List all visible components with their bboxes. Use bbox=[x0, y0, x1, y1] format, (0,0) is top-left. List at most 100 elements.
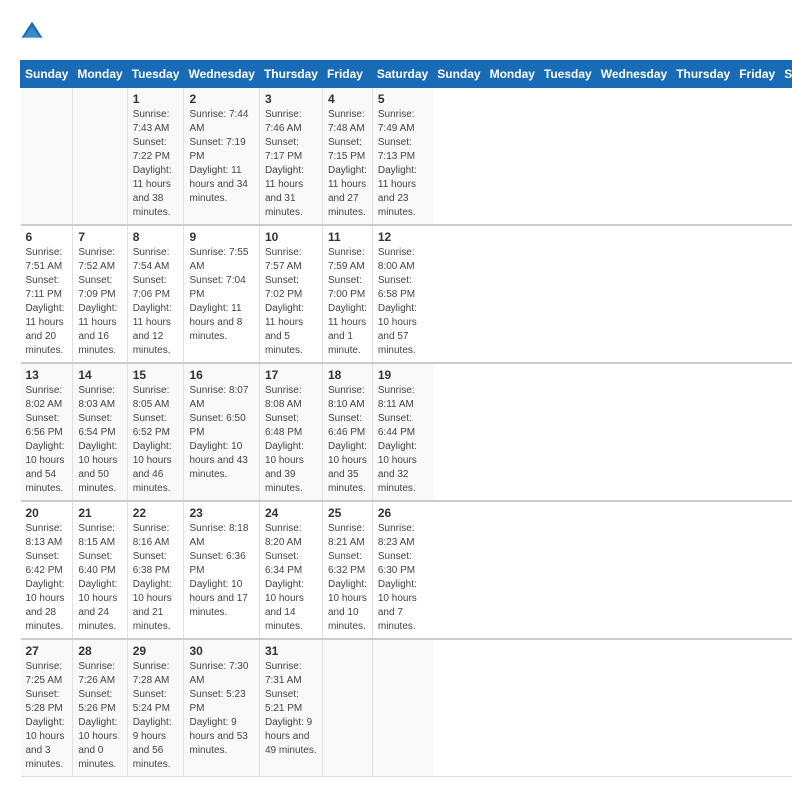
calendar-day-cell: 14Sunrise: 8:03 AMSunset: 6:54 PMDayligh… bbox=[73, 363, 127, 501]
day-info: Sunrise: 7:43 AMSunset: 7:22 PMDaylight:… bbox=[133, 108, 179, 220]
day-number: 7 bbox=[78, 230, 121, 244]
day-number: 27 bbox=[26, 644, 68, 658]
day-info: Sunrise: 7:46 AMSunset: 7:17 PMDaylight:… bbox=[265, 108, 317, 220]
day-of-week-header: Friday bbox=[322, 61, 372, 88]
day-number: 8 bbox=[133, 230, 179, 244]
calendar-day-cell: 24 Sunrise: 8:20 AMSunset: 6:34 PMDayligh… bbox=[259, 501, 322, 639]
calendar-week-row: 27 Sunrise: 7:25 AMSunset: 5:28 PMDayligh… bbox=[21, 639, 792, 777]
calendar-day-cell: 11Sunrise: 7:59 AMSunset: 7:00 PMDayligh… bbox=[322, 225, 372, 363]
day-info: Sunrise: 7:30 AMSunset: 5:23 PMDaylight:… bbox=[189, 660, 253, 758]
day-number: 2 bbox=[189, 92, 253, 106]
day-number: 18 bbox=[328, 368, 367, 382]
calendar-day-cell: 12 Sunrise: 8:00 AMSunset: 6:58 PMDayligh… bbox=[372, 225, 432, 363]
day-number: 11 bbox=[328, 230, 367, 244]
day-info: Sunrise: 8:07 AMSunset: 6:50 PMDaylight:… bbox=[189, 384, 253, 482]
day-info: Sunrise: 8:23 AMSunset: 6:30 PMDaylight:… bbox=[378, 522, 428, 634]
calendar-day-cell: 3Sunrise: 7:46 AMSunset: 7:17 PMDaylight… bbox=[259, 88, 322, 226]
day-of-week-header: Thursday bbox=[259, 61, 322, 88]
calendar-day-cell: 30 Sunrise: 7:30 AMSunset: 5:23 PMDayligh… bbox=[184, 639, 259, 777]
calendar-day-cell bbox=[322, 639, 372, 777]
calendar-day-cell bbox=[21, 88, 73, 226]
day-of-week-header: Sunday bbox=[433, 61, 485, 88]
calendar-week-row: 1 Sunrise: 7:43 AMSunset: 7:22 PMDaylight… bbox=[21, 88, 792, 226]
day-number: 19 bbox=[378, 368, 428, 382]
logo-icon bbox=[20, 20, 44, 44]
day-number: 25 bbox=[328, 506, 367, 520]
calendar-day-cell: 5 Sunrise: 7:49 AMSunset: 7:13 PMDaylight… bbox=[372, 88, 432, 226]
calendar-day-cell: 31Sunrise: 7:31 AMSunset: 5:21 PMDayligh… bbox=[259, 639, 322, 777]
calendar-week-row: 6 Sunrise: 7:51 AMSunset: 7:11 PMDaylight… bbox=[21, 225, 792, 363]
day-info: Sunrise: 7:54 AMSunset: 7:06 PMDaylight:… bbox=[133, 246, 179, 358]
day-number: 15 bbox=[133, 368, 179, 382]
day-info: Sunrise: 7:57 AMSunset: 7:02 PMDaylight:… bbox=[265, 246, 317, 358]
day-number: 4 bbox=[328, 92, 367, 106]
calendar-week-row: 13Sunrise: 8:02 AMSunset: 6:56 PMDayligh… bbox=[21, 363, 792, 501]
day-info: Sunrise: 7:52 AMSunset: 7:09 PMDaylight:… bbox=[78, 246, 121, 358]
day-number: 12 bbox=[378, 230, 428, 244]
day-number: 13 bbox=[26, 368, 68, 382]
day-info: Sunrise: 8:00 AMSunset: 6:58 PMDaylight:… bbox=[378, 246, 428, 358]
calendar-day-cell: 17 Sunrise: 8:08 AMSunset: 6:48 PMDayligh… bbox=[259, 363, 322, 501]
day-info: Sunrise: 8:10 AMSunset: 6:46 PMDaylight:… bbox=[328, 384, 367, 496]
day-info: Sunrise: 7:25 AMSunset: 5:28 PMDaylight:… bbox=[26, 660, 68, 772]
calendar-day-cell: 15 Sunrise: 8:05 AMSunset: 6:52 PMDayligh… bbox=[127, 363, 184, 501]
calendar-day-cell: 10 Sunrise: 7:57 AMSunset: 7:02 PMDayligh… bbox=[259, 225, 322, 363]
day-info: Sunrise: 8:18 AMSunset: 6:36 PMDaylight:… bbox=[189, 522, 253, 620]
day-number: 10 bbox=[265, 230, 317, 244]
calendar-day-cell: 19Sunrise: 8:11 AMSunset: 6:44 PMDayligh… bbox=[372, 363, 432, 501]
calendar-day-cell: 25Sunrise: 8:21 AMSunset: 6:32 PMDayligh… bbox=[322, 501, 372, 639]
calendar-day-cell bbox=[372, 639, 432, 777]
day-of-week-header: Sunday bbox=[21, 61, 73, 88]
day-number: 24 bbox=[265, 506, 317, 520]
day-number: 23 bbox=[189, 506, 253, 520]
day-number: 22 bbox=[133, 506, 179, 520]
day-of-week-header: Saturday bbox=[372, 61, 432, 88]
logo bbox=[20, 20, 48, 44]
calendar-day-cell: 21Sunrise: 8:15 AMSunset: 6:40 PMDayligh… bbox=[73, 501, 127, 639]
calendar-day-cell: 1 Sunrise: 7:43 AMSunset: 7:22 PMDaylight… bbox=[127, 88, 184, 226]
day-number: 29 bbox=[133, 644, 179, 658]
day-of-week-header: Thursday bbox=[672, 61, 735, 88]
day-info: Sunrise: 7:48 AMSunset: 7:15 PMDaylight:… bbox=[328, 108, 367, 220]
day-info: Sunrise: 8:05 AMSunset: 6:52 PMDaylight:… bbox=[133, 384, 179, 496]
day-of-week-header: Monday bbox=[73, 61, 127, 88]
day-info: Sunrise: 7:49 AMSunset: 7:13 PMDaylight:… bbox=[378, 108, 428, 220]
day-number: 5 bbox=[378, 92, 428, 106]
day-of-week-header: Monday bbox=[485, 61, 539, 88]
calendar-day-cell bbox=[73, 88, 127, 226]
calendar-day-cell: 27 Sunrise: 7:25 AMSunset: 5:28 PMDayligh… bbox=[21, 639, 73, 777]
calendar-day-cell: 4 Sunrise: 7:48 AMSunset: 7:15 PMDaylight… bbox=[322, 88, 372, 226]
calendar-day-cell: 6 Sunrise: 7:51 AMSunset: 7:11 PMDaylight… bbox=[21, 225, 73, 363]
day-number: 14 bbox=[78, 368, 121, 382]
day-number: 6 bbox=[26, 230, 68, 244]
day-of-week-header: Tuesday bbox=[127, 61, 184, 88]
day-number: 30 bbox=[189, 644, 253, 658]
day-number: 17 bbox=[265, 368, 317, 382]
calendar-day-cell: 8 Sunrise: 7:54 AMSunset: 7:06 PMDaylight… bbox=[127, 225, 184, 363]
day-info: Sunrise: 8:08 AMSunset: 6:48 PMDaylight:… bbox=[265, 384, 317, 496]
calendar-day-cell: 9 Sunrise: 7:55 AMSunset: 7:04 PMDaylight… bbox=[184, 225, 259, 363]
day-number: 26 bbox=[378, 506, 428, 520]
day-number: 28 bbox=[78, 644, 121, 658]
calendar-day-cell: 22 Sunrise: 8:16 AMSunset: 6:38 PMDayligh… bbox=[127, 501, 184, 639]
day-number: 1 bbox=[133, 92, 179, 106]
day-of-week-header: Tuesday bbox=[539, 61, 596, 88]
day-info: Sunrise: 7:51 AMSunset: 7:11 PMDaylight:… bbox=[26, 246, 68, 358]
day-info: Sunrise: 8:16 AMSunset: 6:38 PMDaylight:… bbox=[133, 522, 179, 634]
day-number: 21 bbox=[78, 506, 121, 520]
day-number: 20 bbox=[26, 506, 68, 520]
calendar-day-cell: 13Sunrise: 8:02 AMSunset: 6:56 PMDayligh… bbox=[21, 363, 73, 501]
day-info: Sunrise: 8:20 AMSunset: 6:34 PMDaylight:… bbox=[265, 522, 317, 634]
day-info: Sunrise: 7:55 AMSunset: 7:04 PMDaylight:… bbox=[189, 246, 253, 344]
calendar-day-cell: 29Sunrise: 7:28 AMSunset: 5:24 PMDayligh… bbox=[127, 639, 184, 777]
calendar-header-row: SundayMondayTuesdayWednesdayThursdayFrid… bbox=[21, 61, 792, 88]
day-of-week-header: Wednesday bbox=[184, 61, 259, 88]
calendar-week-row: 20Sunrise: 8:13 AMSunset: 6:42 PMDayligh… bbox=[21, 501, 792, 639]
day-number: 9 bbox=[189, 230, 253, 244]
day-number: 16 bbox=[189, 368, 253, 382]
day-of-week-header: Saturday bbox=[780, 61, 792, 88]
calendar-day-cell: 7 Sunrise: 7:52 AMSunset: 7:09 PMDaylight… bbox=[73, 225, 127, 363]
calendar-day-cell: 16 Sunrise: 8:07 AMSunset: 6:50 PMDayligh… bbox=[184, 363, 259, 501]
day-of-week-header: Wednesday bbox=[596, 61, 671, 88]
day-number: 31 bbox=[265, 644, 317, 658]
